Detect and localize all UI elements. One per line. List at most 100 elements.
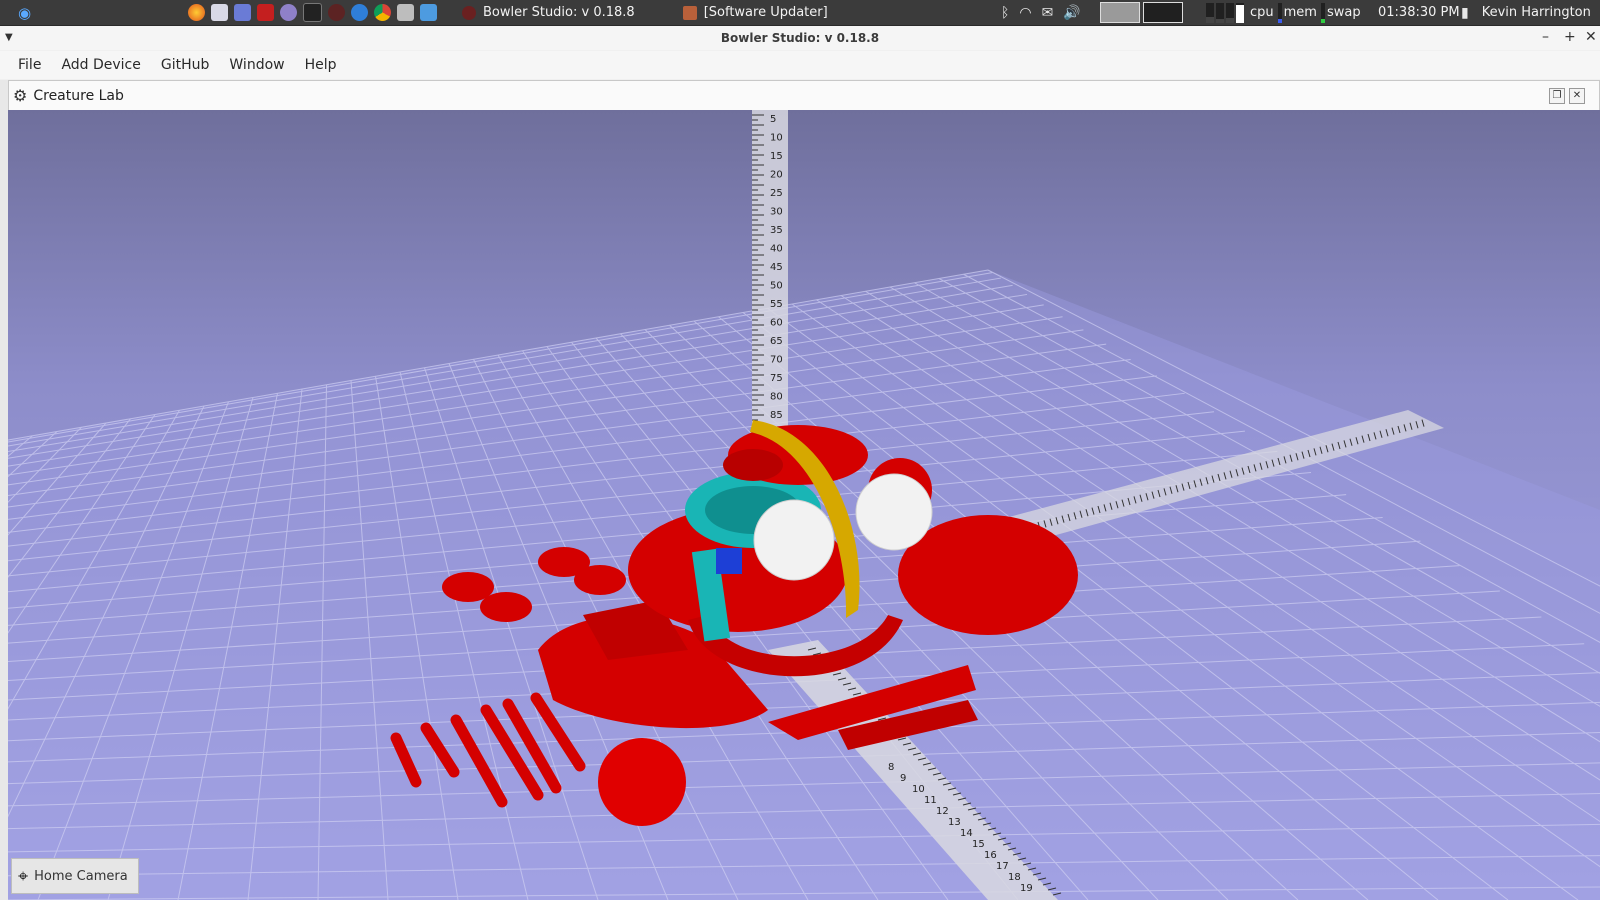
red-sphere[interactable] bbox=[598, 738, 686, 826]
ruler-label: 75 bbox=[770, 373, 783, 384]
swap-label: swap bbox=[1326, 5, 1361, 20]
home-camera-label: Home Camera bbox=[34, 868, 128, 884]
ruler-label: 65 bbox=[770, 336, 783, 347]
quick-launch-bar bbox=[188, 0, 443, 25]
ruler-label: 85 bbox=[770, 410, 783, 421]
ruler-label: 20 bbox=[770, 170, 783, 181]
ruler-label: 13 bbox=[948, 817, 961, 828]
task-list: Bowler Studio: v 0.18.8 [Software Update… bbox=[452, 0, 838, 25]
system-monitor: cpu mem swap bbox=[1206, 0, 1361, 25]
ruler-label: 8 bbox=[888, 762, 894, 773]
workspace-preview-1[interactable] bbox=[1099, 2, 1140, 23]
ruler-label: 15 bbox=[972, 839, 985, 850]
creature-lab-tab[interactable]: ⚙ Creature Lab ❐ ✕ bbox=[8, 80, 1600, 110]
system-top-panel: ◉ Bowler Studio: v 0.18.8 [Software Upda… bbox=[0, 0, 1600, 26]
home-camera-button[interactable]: ⌖ Home Camera bbox=[11, 858, 139, 894]
ruler-label: 17 bbox=[996, 861, 1009, 872]
ruler-label: 25 bbox=[770, 188, 783, 199]
ruler-label: 15 bbox=[770, 151, 783, 162]
ruler-label: 40 bbox=[770, 244, 783, 255]
task-bowler-studio[interactable]: Bowler Studio: v 0.18.8 bbox=[452, 0, 645, 25]
bowler-studio-task-icon bbox=[462, 5, 476, 20]
terminal-icon[interactable] bbox=[303, 3, 322, 22]
ruler-label: 14 bbox=[960, 828, 973, 839]
media-player-icon[interactable] bbox=[351, 4, 368, 21]
creature-lab-icon: ⚙ bbox=[13, 86, 28, 105]
swap-meter bbox=[1320, 2, 1325, 23]
ruler-label: 35 bbox=[770, 225, 783, 236]
firefox-icon[interactable] bbox=[188, 4, 205, 21]
ruler-label: 16 bbox=[984, 850, 997, 861]
maximize-button[interactable]: + bbox=[1564, 29, 1576, 45]
text-editor-icon[interactable] bbox=[211, 4, 228, 21]
minimize-button[interactable]: – bbox=[1542, 29, 1549, 45]
3d-viewport[interactable]: 5 10 15 20 25 30 35 40 45 50 55 60 65 70 75 80 85 8 9 10 11 1… bbox=[8, 110, 1600, 900]
menu-github[interactable]: GitHub bbox=[151, 57, 220, 73]
ruler-label: 12 bbox=[936, 806, 949, 817]
wifi-icon[interactable]: ◠ bbox=[1019, 5, 1031, 21]
ruler-label: 18 bbox=[1008, 872, 1021, 883]
washer-2[interactable] bbox=[480, 592, 532, 622]
cpu-meter-2 bbox=[1216, 2, 1224, 23]
ruler-label: 19 bbox=[1020, 883, 1033, 894]
menu-window[interactable]: Window bbox=[219, 57, 294, 73]
user-menu[interactable]: ▮ Kevin Harrington bbox=[1456, 0, 1591, 25]
washer-4[interactable] bbox=[574, 565, 626, 595]
task-label: [Software Updater] bbox=[703, 5, 828, 20]
menu-help[interactable]: Help bbox=[295, 57, 347, 73]
window-left-border bbox=[0, 80, 8, 900]
x-tool-icon[interactable] bbox=[257, 4, 274, 21]
cpu-meter-3 bbox=[1226, 2, 1234, 23]
close-tab-button[interactable]: ✕ bbox=[1569, 88, 1585, 104]
menu-file[interactable]: File bbox=[8, 57, 51, 73]
crosshair-icon: ⌖ bbox=[18, 865, 29, 887]
restore-tab-button[interactable]: ❐ bbox=[1549, 88, 1565, 104]
ruler-label: 11 bbox=[924, 795, 937, 806]
workspace-preview-2[interactable] bbox=[1142, 2, 1183, 23]
ruler-label: 5 bbox=[770, 114, 776, 125]
bluetooth-icon[interactable]: ᛒ bbox=[1001, 5, 1009, 21]
cpu-meter-4 bbox=[1236, 2, 1244, 23]
close-window-button[interactable]: ✕ bbox=[1585, 29, 1597, 45]
ruler-label: 45 bbox=[770, 262, 783, 273]
ruler-label: 9 bbox=[900, 773, 906, 784]
task-software-updater[interactable]: [Software Updater] bbox=[673, 0, 838, 25]
ruler-label: 55 bbox=[770, 299, 783, 310]
volume-icon[interactable]: 🔊 bbox=[1063, 5, 1080, 21]
3d-scene[interactable]: 5101520253035404550556065707580858910111… bbox=[8, 110, 1600, 900]
right-eye-ball[interactable] bbox=[855, 473, 933, 551]
software-updater-task-icon bbox=[682, 5, 697, 20]
menu-bar: File Add Device GitHub Window Help bbox=[0, 51, 1600, 79]
blue-servo-block[interactable] bbox=[716, 548, 742, 574]
record-icon[interactable] bbox=[328, 4, 345, 21]
window-title-bar[interactable]: ▼ Bowler Studio: v 0.18.8 – + ✕ bbox=[0, 26, 1600, 50]
network-tool-icon[interactable] bbox=[234, 4, 251, 21]
ruler-label: 50 bbox=[770, 281, 783, 292]
mail-icon[interactable]: ✉ bbox=[1042, 5, 1054, 21]
mem-meter bbox=[1277, 2, 1282, 23]
task-label: Bowler Studio: v 0.18.8 bbox=[483, 5, 635, 20]
ruler-label: 10 bbox=[770, 133, 783, 144]
upper-red-disk-2[interactable] bbox=[723, 449, 783, 481]
battery-icon: ▮ bbox=[1461, 4, 1469, 21]
ruler-label: 30 bbox=[770, 207, 783, 218]
left-eye-ball[interactable] bbox=[753, 499, 835, 581]
clock-text: 01:38:30 PM bbox=[1378, 5, 1460, 20]
chart-app-icon[interactable] bbox=[420, 4, 437, 21]
mem-label: mem bbox=[1283, 5, 1317, 20]
ruler-label: 10 bbox=[912, 784, 925, 795]
user-name: Kevin Harrington bbox=[1481, 5, 1591, 20]
chrome-icon[interactable] bbox=[374, 4, 391, 21]
tab-title: Creature Lab bbox=[33, 87, 124, 104]
menu-add-device[interactable]: Add Device bbox=[51, 57, 150, 73]
cpu-label: cpu bbox=[1250, 5, 1274, 20]
launcher-icon[interactable]: ◉ bbox=[18, 4, 31, 22]
clock[interactable]: 01:38:30 PM bbox=[1378, 0, 1460, 25]
cpu-meter bbox=[1206, 2, 1214, 23]
lab-flask-icon[interactable] bbox=[397, 4, 414, 21]
window-title: Bowler Studio: v 0.18.8 bbox=[720, 31, 880, 45]
ruler-label: 60 bbox=[770, 318, 783, 329]
eclipse-icon[interactable] bbox=[280, 4, 297, 21]
ruler-label: 80 bbox=[770, 392, 783, 403]
app-launcher[interactable]: ◉ bbox=[18, 0, 31, 25]
